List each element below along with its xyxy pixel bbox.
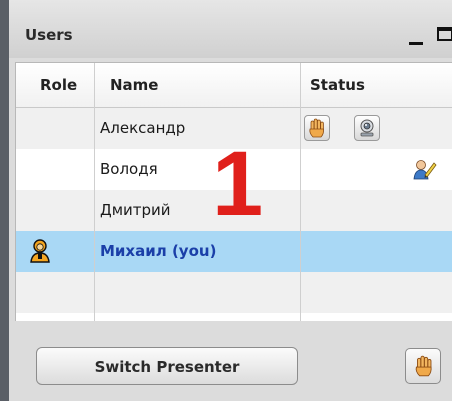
raised-hand-icon[interactable] (304, 115, 330, 141)
raised-hand-icon[interactable] (405, 348, 441, 384)
user-presenter-icon (412, 157, 438, 187)
maximize-icon[interactable] (437, 27, 452, 41)
left-border (0, 0, 9, 401)
table-row-empty (16, 272, 452, 313)
column-header-status[interactable]: Status (310, 63, 365, 107)
panel-title: Users (25, 26, 73, 44)
user-name-self: Михаил (you) (100, 242, 217, 260)
minimize-icon[interactable] (407, 20, 425, 48)
user-name: Александр (100, 119, 186, 137)
user-name: Дмитрий (100, 201, 171, 219)
panel-titlebar: Users (9, 0, 452, 58)
table-row-selected[interactable]: Михаил (you) (16, 231, 452, 272)
user-name: Володя (100, 160, 158, 178)
column-divider (94, 63, 95, 321)
table-header: Role Name Status (16, 63, 452, 108)
column-divider (300, 63, 301, 321)
users-window: Users Role Name Status Александр Володя … (0, 0, 452, 401)
column-header-role[interactable]: Role (40, 63, 77, 107)
switch-presenter-button[interactable]: Switch Presenter (36, 347, 298, 385)
annotation-number: 1 (212, 133, 264, 235)
column-header-name[interactable]: Name (110, 63, 158, 107)
webcam-icon[interactable] (354, 115, 380, 141)
moderator-user-icon (28, 238, 52, 268)
